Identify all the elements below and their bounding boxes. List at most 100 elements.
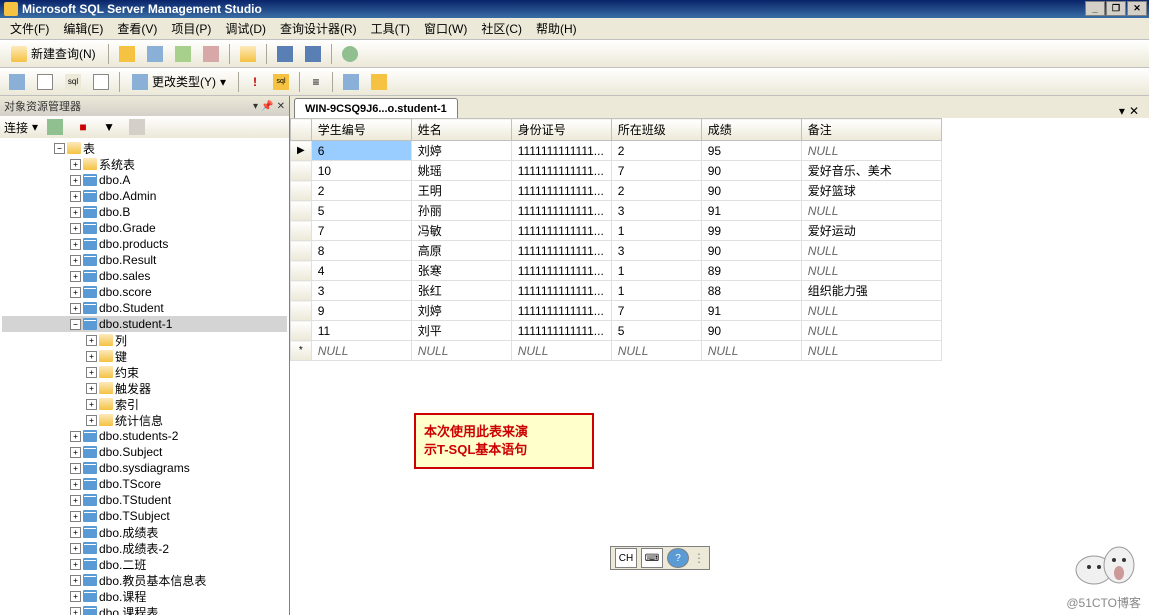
cell[interactable]: 7 xyxy=(611,301,701,321)
tree-node[interactable]: −dbo.student-1 xyxy=(2,316,287,332)
cell[interactable]: 1111111111111... xyxy=(511,161,611,181)
tree-node[interactable]: +统计信息 xyxy=(2,412,287,428)
tree-expander[interactable]: + xyxy=(70,479,81,490)
db-icon-2[interactable] xyxy=(142,43,168,65)
cell[interactable]: 9 xyxy=(311,301,411,321)
tab-close-icon[interactable]: ✕ xyxy=(1129,104,1139,118)
cell[interactable]: 3 xyxy=(611,241,701,261)
tree-node[interactable]: +dbo.Admin xyxy=(2,188,287,204)
table-row[interactable]: 8高原1111111111111...390NULL xyxy=(291,241,942,261)
menu-item-9[interactable]: 帮助(H) xyxy=(530,18,583,39)
tree-expander[interactable]: + xyxy=(70,607,81,615)
cell[interactable]: NULL xyxy=(411,341,511,361)
menu-item-3[interactable]: 项目(P) xyxy=(165,18,217,39)
cell[interactable]: 90 xyxy=(701,181,801,201)
cell[interactable]: 1111111111111... xyxy=(511,301,611,321)
tree-node[interactable]: +dbo.TStudent xyxy=(2,492,287,508)
cell[interactable]: 刘婷 xyxy=(411,301,511,321)
cell[interactable]: 88 xyxy=(701,281,801,301)
cell[interactable]: 3 xyxy=(311,281,411,301)
tree-expander[interactable]: + xyxy=(86,367,97,378)
table-row[interactable]: ▶6刘婷1111111111111...295NULL xyxy=(291,141,942,161)
cell[interactable]: 91 xyxy=(701,201,801,221)
new-query-button[interactable]: 新建查询(N) xyxy=(4,43,103,65)
tree-node[interactable]: +索引 xyxy=(2,396,287,412)
cell[interactable]: 1111111111111... xyxy=(511,281,611,301)
tree-node[interactable]: +触发器 xyxy=(2,380,287,396)
cell[interactable]: 3 xyxy=(611,201,701,221)
change-type-button[interactable]: 更改类型(Y) ▾ xyxy=(125,71,233,93)
column-header[interactable]: 身份证号 xyxy=(511,119,611,141)
tree-node[interactable]: +dbo.A xyxy=(2,172,287,188)
tree-expander[interactable]: + xyxy=(70,159,81,170)
tree-node[interactable]: +dbo.TScore xyxy=(2,476,287,492)
cell[interactable]: 王明 xyxy=(411,181,511,201)
cell[interactable]: 2 xyxy=(311,181,411,201)
cell[interactable]: 1111111111111... xyxy=(511,141,611,161)
row-indicator[interactable]: ▶ xyxy=(291,141,312,161)
column-header[interactable]: 学生编号 xyxy=(311,119,411,141)
tree-node[interactable]: +dbo.Subject xyxy=(2,444,287,460)
sql-button[interactable]: sql xyxy=(60,71,86,93)
tree-expander[interactable]: + xyxy=(70,463,81,474)
cell[interactable]: NULL xyxy=(801,241,941,261)
cell[interactable]: 8 xyxy=(311,241,411,261)
tree-node[interactable]: +dbo.二班 xyxy=(2,556,287,572)
diagram-button[interactable] xyxy=(4,71,30,93)
cell[interactable]: 1111111111111... xyxy=(511,321,611,341)
tree-expander[interactable]: + xyxy=(86,399,97,410)
column-header[interactable]: 姓名 xyxy=(411,119,511,141)
tree-node[interactable]: +dbo.score xyxy=(2,284,287,300)
cell[interactable]: 11 xyxy=(311,321,411,341)
tree-node[interactable]: +dbo.Result xyxy=(2,252,287,268)
ime-toolbar[interactable]: CH ⌨ ? ⋮ xyxy=(610,546,710,570)
connect-dropdown-icon[interactable]: ▾ xyxy=(32,120,38,134)
cell[interactable]: 组织能力强 xyxy=(801,281,941,301)
cell[interactable]: 90 xyxy=(701,321,801,341)
cell[interactable]: 7 xyxy=(611,161,701,181)
options-button[interactable] xyxy=(124,116,150,138)
table-row[interactable]: 9刘婷1111111111111...791NULL xyxy=(291,301,942,321)
cell[interactable]: 1 xyxy=(611,261,701,281)
tab-student[interactable]: WIN-9CSQ9J6...o.student-1 xyxy=(294,98,458,118)
tree-node[interactable]: +系统表 xyxy=(2,156,287,172)
cell[interactable]: 1111111111111... xyxy=(511,221,611,241)
cell[interactable]: 90 xyxy=(701,161,801,181)
tree-expander[interactable]: + xyxy=(70,527,81,538)
tree-node[interactable]: +dbo.Student xyxy=(2,300,287,316)
tree-node[interactable]: −表 xyxy=(2,140,287,156)
cell[interactable]: 冯敏 xyxy=(411,221,511,241)
db-icon-4[interactable] xyxy=(198,43,224,65)
row-indicator-new[interactable]: * xyxy=(291,341,312,361)
tree-expander[interactable]: + xyxy=(70,223,81,234)
tab-dropdown-icon[interactable]: ▾ xyxy=(1119,104,1125,118)
tree-expander[interactable]: + xyxy=(70,559,81,570)
cell[interactable]: NULL xyxy=(701,341,801,361)
tree-expander[interactable]: + xyxy=(70,495,81,506)
tree-expander[interactable]: + xyxy=(70,575,81,586)
cell[interactable]: 95 xyxy=(701,141,801,161)
tree-node[interactable]: +dbo.课程 xyxy=(2,588,287,604)
tree-node[interactable]: +dbo.课程表 xyxy=(2,604,287,615)
tree-expander[interactable]: + xyxy=(70,591,81,602)
cell[interactable]: 高原 xyxy=(411,241,511,261)
cell[interactable]: 2 xyxy=(611,181,701,201)
menu-item-0[interactable]: 文件(F) xyxy=(4,18,55,39)
connect-label[interactable]: 连接 xyxy=(4,119,28,136)
cell[interactable]: 1 xyxy=(611,221,701,241)
tree-expander[interactable]: + xyxy=(70,303,81,314)
cell[interactable]: 1111111111111... xyxy=(511,241,611,261)
tree-expander[interactable]: + xyxy=(70,175,81,186)
table-row-new[interactable]: *NULLNULLNULLNULLNULLNULL xyxy=(291,341,942,361)
cell[interactable]: 7 xyxy=(311,221,411,241)
tree-node[interactable]: +dbo.成绩表 xyxy=(2,524,287,540)
cell[interactable]: 孙丽 xyxy=(411,201,511,221)
row-indicator[interactable] xyxy=(291,261,312,281)
tree-expander[interactable]: + xyxy=(86,383,97,394)
ime-drag-handle[interactable]: ⋮ xyxy=(693,551,705,565)
cell[interactable]: NULL xyxy=(801,201,941,221)
close-button[interactable]: ✕ xyxy=(1127,1,1147,16)
table-row[interactable]: 2王明1111111111111...290爱好篮球 xyxy=(291,181,942,201)
oe-pin-icon[interactable]: 📌 xyxy=(261,101,273,112)
cell[interactable]: 91 xyxy=(701,301,801,321)
